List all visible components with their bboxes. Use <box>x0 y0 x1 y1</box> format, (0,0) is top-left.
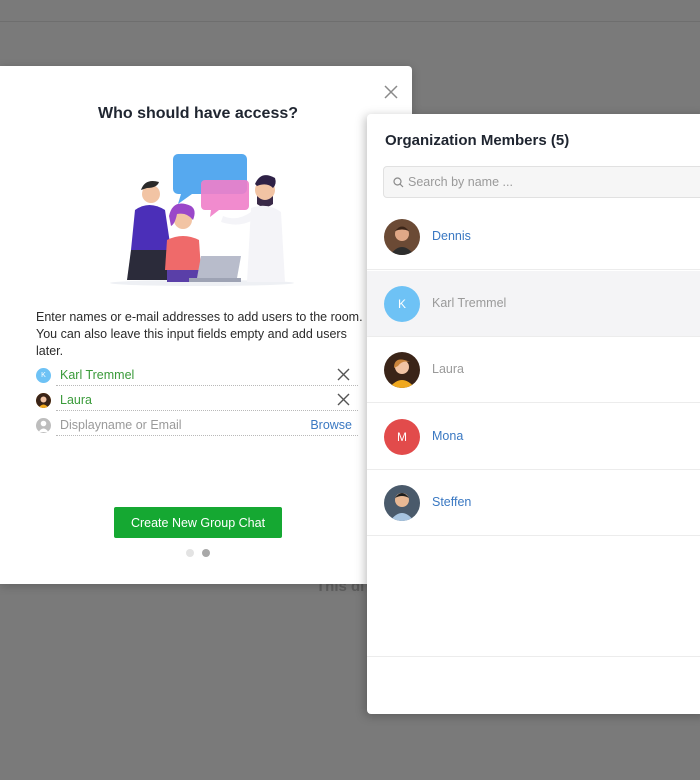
member-search-box[interactable] <box>383 166 700 198</box>
create-group-chat-button[interactable]: Create New Group Chat <box>114 507 282 538</box>
search-input[interactable] <box>408 173 698 191</box>
member-name: Mona <box>432 429 464 443</box>
step-dot-1[interactable] <box>186 549 194 557</box>
panel-footer-divider <box>367 656 700 657</box>
recipient-field[interactable]: Karl Tremmel <box>56 366 358 386</box>
user-placeholder-icon <box>36 418 51 433</box>
member-avatar <box>384 485 420 521</box>
user-photo-icon <box>384 219 420 255</box>
remove-recipient-icon[interactable] <box>337 368 350 381</box>
user-photo-icon <box>36 393 51 408</box>
member-avatar: K <box>384 286 420 322</box>
organization-members-panel: Organization Members (5) Dennis K Karl T… <box>367 114 700 714</box>
recipient-name: Laura <box>60 393 92 407</box>
member-name: Dennis <box>432 229 471 243</box>
recipient-input-placeholder: Displayname or Email <box>60 418 182 432</box>
recipient-row: Laura <box>36 391 358 413</box>
member-name: Karl Tremmel <box>432 296 507 310</box>
member-avatar: M <box>384 419 420 455</box>
recipient-field[interactable]: Laura <box>56 391 358 411</box>
recipient-name: Karl Tremmel <box>60 368 135 382</box>
close-icon[interactable] <box>383 84 399 100</box>
add-recipient-row: Displayname or Email Browse <box>36 416 358 438</box>
instructions-line-1: Enter names or e-mail addresses to add u… <box>36 310 363 324</box>
instructions-text: Enter names or e-mail addresses to add u… <box>36 309 376 360</box>
step-dot-2[interactable] <box>202 549 210 557</box>
person-icon <box>38 420 49 432</box>
member-row[interactable]: Laura <box>367 337 700 403</box>
instructions-line-2: You can also leave this input fields emp… <box>36 327 347 358</box>
dialog-title: Who should have access? <box>97 105 299 122</box>
member-row[interactable]: M Mona <box>367 404 700 470</box>
recipient-avatar: K <box>36 368 51 383</box>
browse-link[interactable]: Browse <box>310 416 352 434</box>
member-row[interactable]: Steffen <box>367 470 700 536</box>
member-row[interactable]: K Karl Tremmel <box>367 271 700 337</box>
recipient-row: K Karl Tremmel <box>36 366 358 388</box>
user-photo-icon <box>384 352 420 388</box>
top-divider <box>0 21 700 22</box>
panel-title: Organization Members (5) <box>385 132 570 149</box>
member-name: Steffen <box>432 495 472 509</box>
recipient-avatar <box>36 393 51 408</box>
team-chat-illustration <box>110 154 294 286</box>
member-name: Laura <box>432 362 464 376</box>
member-row[interactable]: Dennis <box>367 204 700 270</box>
member-avatar <box>384 219 420 255</box>
search-icon <box>393 177 404 188</box>
member-avatar <box>384 352 420 388</box>
remove-recipient-icon[interactable] <box>337 393 350 406</box>
user-photo-icon <box>384 485 420 521</box>
recipient-input[interactable]: Displayname or Email Browse <box>56 416 358 436</box>
